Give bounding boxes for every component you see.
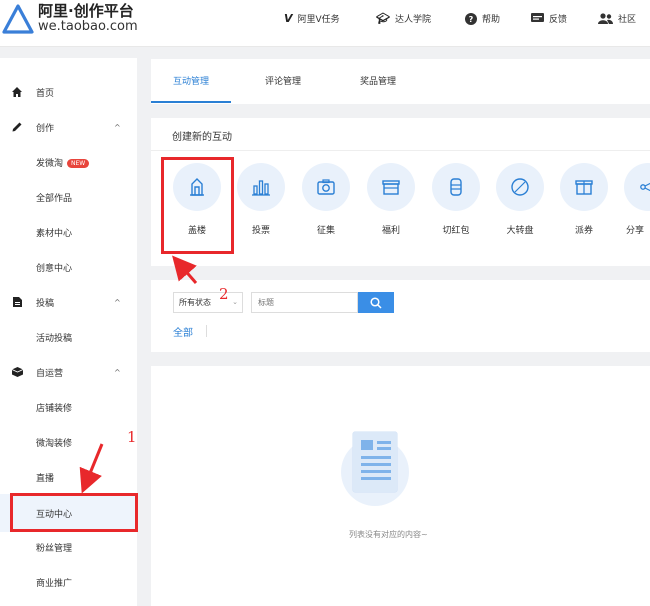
wheel-icon — [511, 178, 529, 196]
sidebar-item-post[interactable]: 发微淘 NEW — [0, 152, 137, 172]
share-icon — [640, 182, 650, 192]
sidebar-item-shop-decor[interactable]: 店铺装修 — [0, 397, 137, 417]
sidebar-item-create[interactable]: 创作 ^ — [0, 117, 137, 137]
nav-help[interactable]: ? 帮助 — [465, 12, 500, 25]
community-icon — [598, 13, 613, 24]
annotation-number-1: 1 — [127, 428, 137, 446]
active-tab-indicator — [151, 101, 231, 103]
chevron-up-icon[interactable]: ^ — [114, 368, 121, 377]
chevron-up-icon[interactable]: ^ — [114, 123, 121, 132]
v-badge-icon: V — [284, 12, 293, 25]
chevron-down-icon: ⌄ — [232, 298, 238, 306]
sidebar-item-home[interactable]: 首页 — [0, 82, 137, 102]
create-title: 创建新的互动 — [172, 132, 232, 143]
document-icon — [13, 297, 22, 307]
pen-icon — [12, 122, 22, 132]
create-item-wheel[interactable]: 大转盘 — [490, 163, 550, 236]
sidebar-item-submit[interactable]: 投稿 ^ — [0, 292, 137, 312]
new-badge: NEW — [67, 158, 90, 168]
sidebar-item-fans[interactable]: 粉丝管理 — [0, 537, 137, 557]
create-item-vote[interactable]: 投票 — [231, 163, 291, 236]
sidebar-item-all-works[interactable]: 全部作品 — [0, 187, 137, 207]
feedback-icon — [531, 13, 544, 22]
filter-all-link[interactable]: 全部 — [173, 324, 193, 339]
sidebar-item-self-operate[interactable]: 自运营 ^ — [0, 362, 137, 382]
chevron-up-icon[interactable]: ^ — [114, 298, 121, 307]
home-icon — [12, 87, 22, 97]
sidebar-item-creative[interactable]: 创意中心 — [0, 257, 137, 277]
sidebar-item-live[interactable]: 直播 — [0, 467, 137, 487]
sidebar-item-event-submit[interactable]: 活动投稿 — [0, 327, 137, 347]
search-button[interactable] — [358, 292, 394, 313]
divider — [206, 325, 207, 337]
create-item-collect[interactable]: 征集 — [296, 163, 356, 236]
nav-community[interactable]: 社区 — [598, 12, 636, 25]
gift-box-icon — [382, 180, 400, 195]
red-envelope-icon — [450, 178, 462, 196]
box-icon — [12, 367, 23, 377]
annotation-box-2 — [161, 157, 234, 254]
tab-bar: 互动管理 评论管理 奖品管理 — [151, 59, 650, 104]
create-item-coupon[interactable]: 派券 — [554, 163, 614, 236]
sidebar-item-materials[interactable]: 素材中心 — [0, 222, 137, 242]
create-item-welfare[interactable]: 福利 — [361, 163, 421, 236]
help-circle-icon: ? — [465, 12, 477, 25]
search-icon — [370, 296, 382, 309]
annotation-box-1 — [10, 493, 138, 532]
divider — [151, 150, 650, 151]
title-search-input[interactable] — [251, 292, 358, 313]
nav-v-task[interactable]: V 阿里V任务 — [284, 12, 340, 25]
coupon-icon — [575, 180, 593, 195]
tab-comment-manage[interactable]: 评论管理 — [265, 74, 301, 87]
nav-academy[interactable]: 🎓︎ 达人学院 — [376, 12, 431, 25]
empty-list-icon — [341, 431, 409, 506]
tab-interaction-manage[interactable]: 互动管理 — [173, 74, 209, 87]
top-header: 阿里·创作平台 we.taobao.com V 阿里V任务 🎓︎ 达人学院 ? … — [0, 0, 650, 47]
empty-message: 列表没有对应的内容~ — [349, 530, 428, 539]
bar-chart-icon — [252, 180, 270, 196]
top-nav: V 阿里V任务 🎓︎ 达人学院 ? 帮助 反馈 社区 — [0, 12, 650, 28]
create-item-share[interactable]: 分享 — [618, 163, 650, 236]
create-item-red-envelope[interactable]: 切红包 — [426, 163, 486, 236]
annotation-number-2: 2 — [219, 285, 229, 303]
sidebar-item-weitao-decor[interactable]: 微淘装修 — [0, 432, 137, 452]
status-select[interactable]: 所有状态 ⌄ — [173, 292, 243, 313]
svg-text:?: ? — [469, 15, 474, 24]
sidebar-item-promotion[interactable]: 商业推广 — [0, 572, 137, 592]
nav-feedback[interactable]: 反馈 — [531, 12, 567, 25]
graduation-cap-icon: 🎓︎ — [376, 12, 390, 25]
tab-prize-manage[interactable]: 奖品管理 — [360, 74, 396, 87]
camera-icon — [317, 179, 335, 195]
